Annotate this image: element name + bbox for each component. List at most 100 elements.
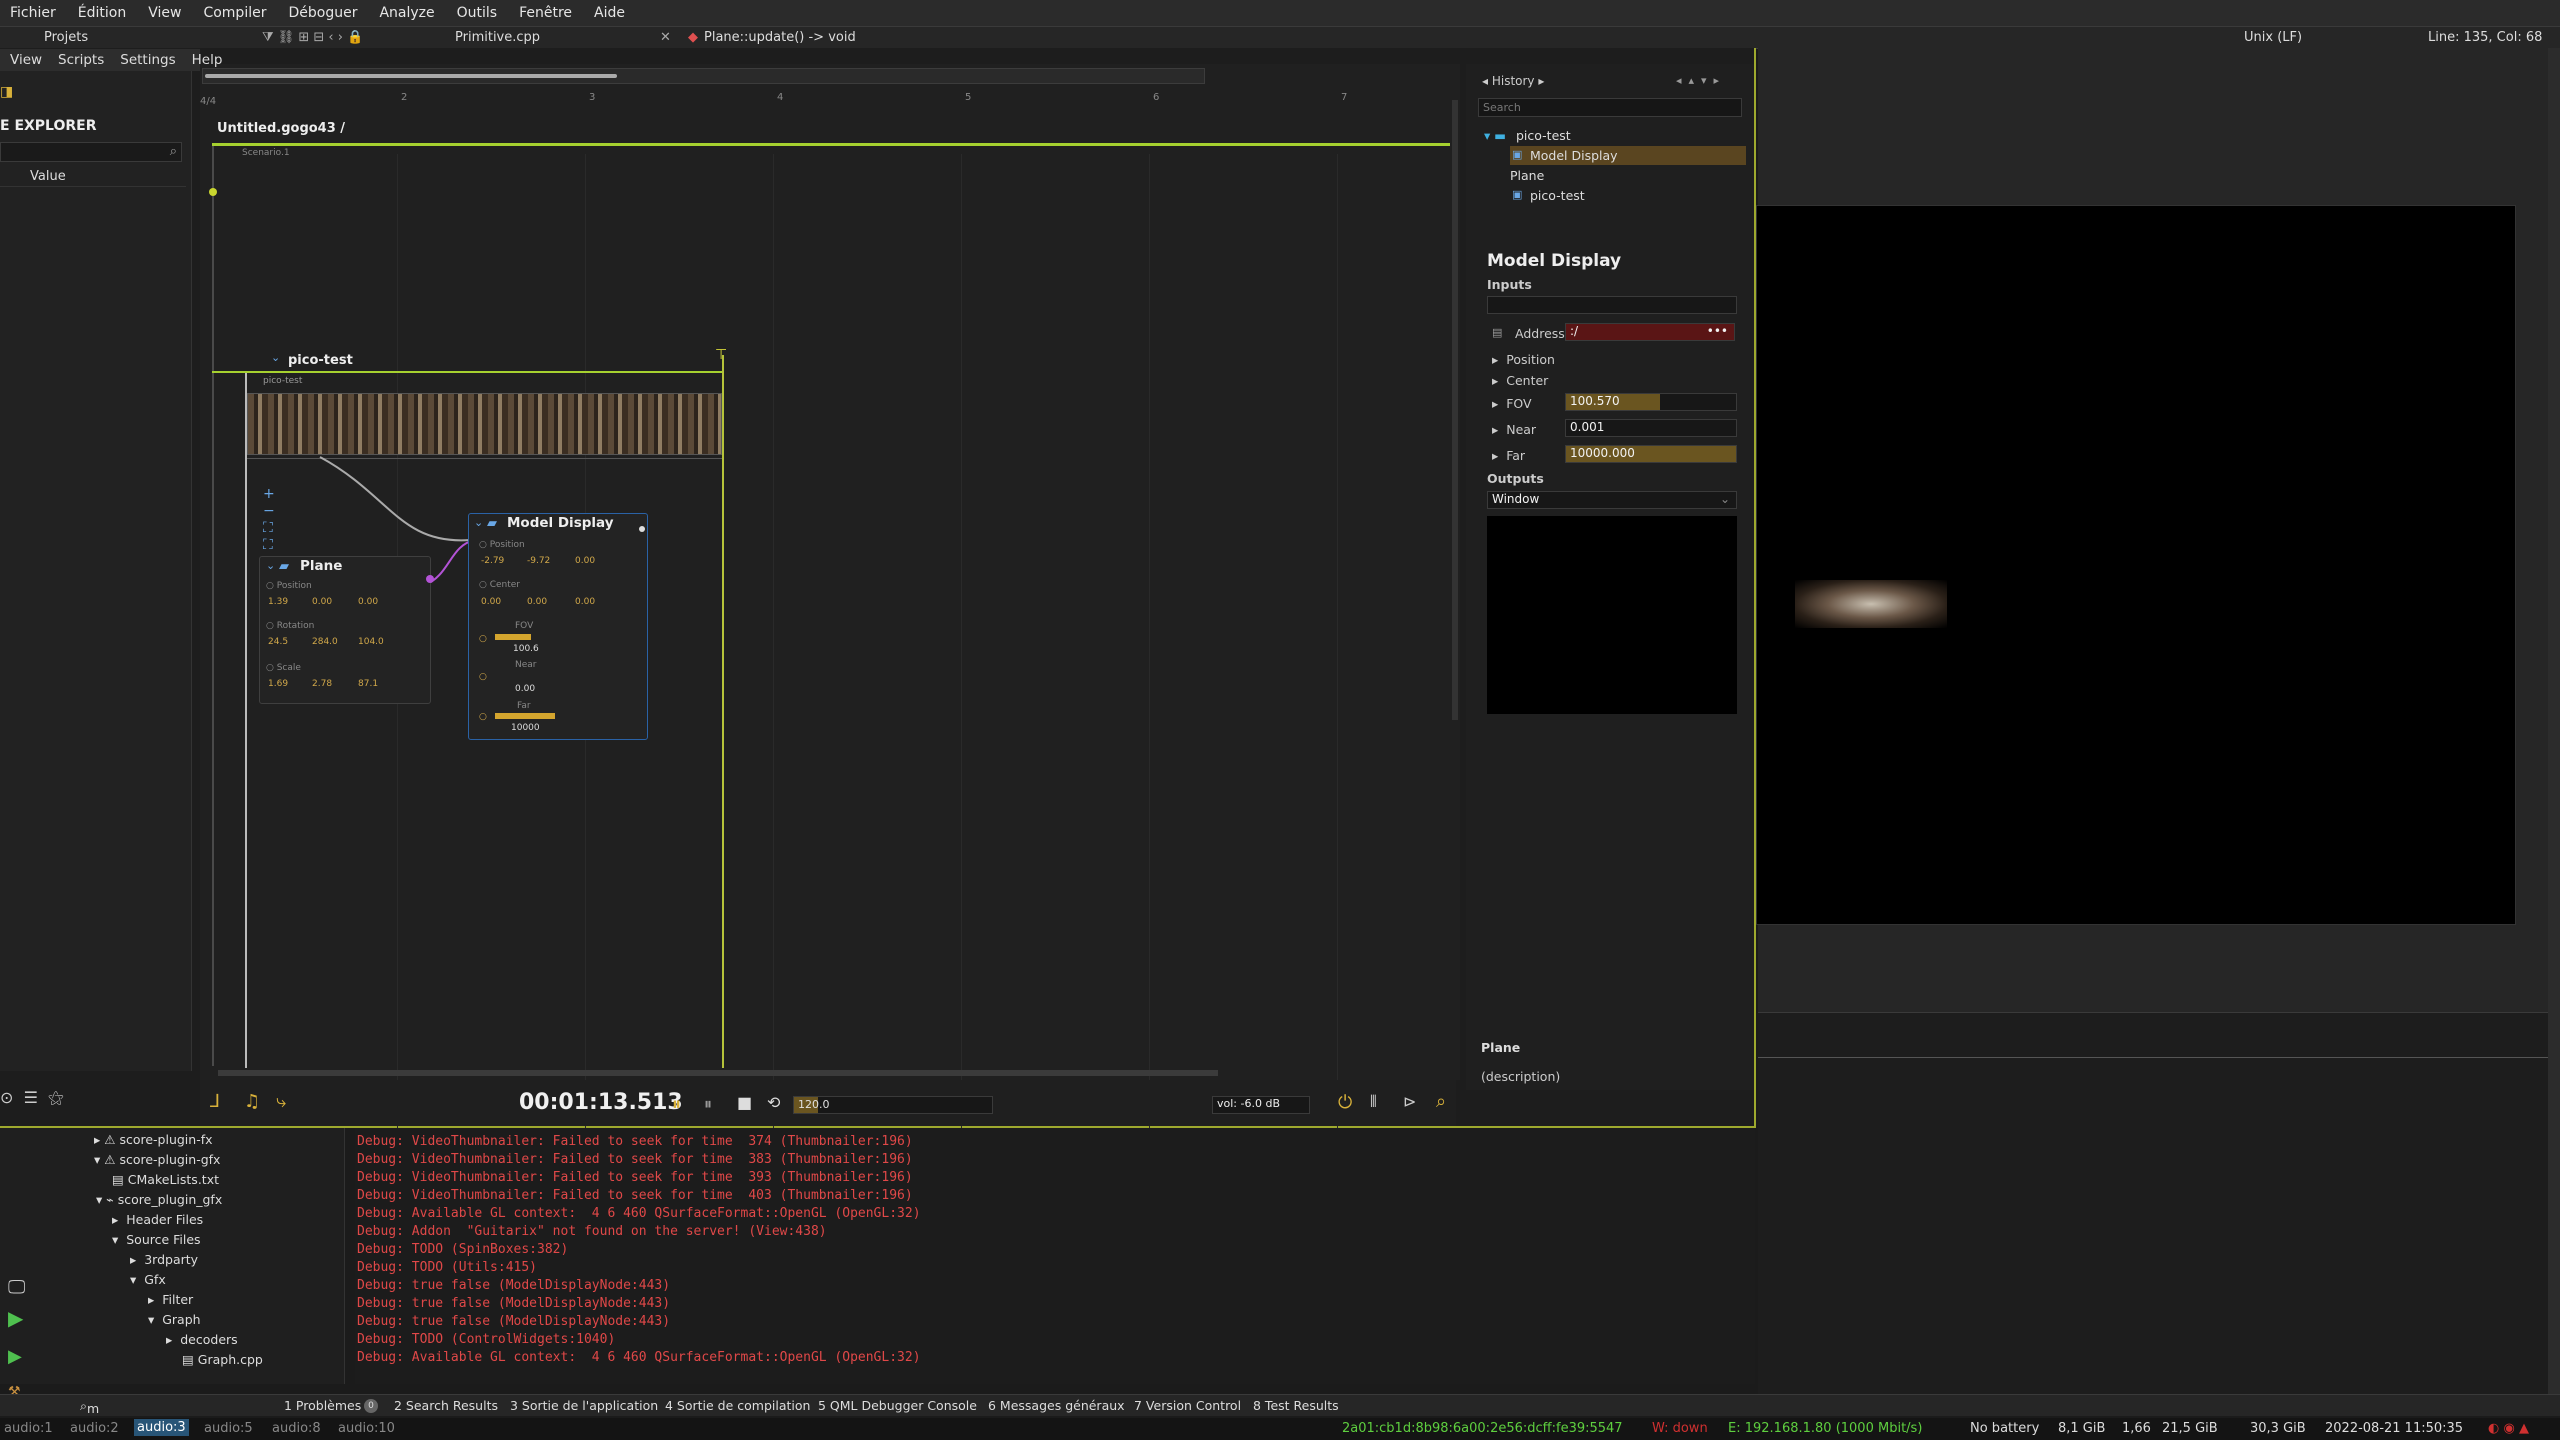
tree-graph[interactable]: ▾ Graph xyxy=(148,1312,201,1327)
render-window[interactable] xyxy=(1756,205,2516,925)
more-icon[interactable]: ••• xyxy=(1707,324,1728,338)
tree-decoders[interactable]: ▸ decoders xyxy=(166,1332,238,1347)
tree-item-plane[interactable]: Plane xyxy=(1510,168,1544,183)
center-y[interactable]: 0.00 xyxy=(527,597,547,607)
chevron-down-icon[interactable]: ⌄ xyxy=(474,516,483,529)
menu-view[interactable]: View xyxy=(148,5,181,21)
far-slider[interactable]: 10000.000 xyxy=(1565,445,1737,463)
score-menu-scripts[interactable]: Scripts xyxy=(58,52,104,68)
menu-fenetre[interactable]: Fenêtre xyxy=(519,5,572,21)
rotation-y[interactable]: 284.0 xyxy=(312,637,338,647)
tab-qml-debugger[interactable]: 5 QML Debugger Console xyxy=(818,1398,977,1413)
pause-icon[interactable]: ⏸ xyxy=(704,1094,712,1114)
workspace-3-active[interactable]: audio:3 xyxy=(134,1419,189,1436)
trigger-icon[interactable]: ⊤ xyxy=(715,347,727,363)
menu-deboguer[interactable]: Déboguer xyxy=(288,5,357,21)
tool-curve-icon[interactable]: ⤷ xyxy=(276,1091,286,1112)
plane-node[interactable]: ⌄ ▰ Plane ○ Position 1.39 0.00 0.00 ○ Ro… xyxy=(259,556,434,704)
stop-icon[interactable]: ■ xyxy=(737,1093,752,1112)
tab-test-results[interactable]: 8 Test Results xyxy=(1253,1398,1339,1413)
tab-application-output[interactable]: 3 Sortie de l'application xyxy=(510,1398,658,1413)
volume-slider[interactable]: vol: -6.0 dB xyxy=(1212,1096,1310,1114)
chevron-down-icon[interactable]: ▾ ▬ xyxy=(1484,128,1506,143)
debug-run-icon[interactable]: ▶ xyxy=(8,1346,22,1367)
center-z[interactable]: 0.00 xyxy=(575,597,595,607)
position-x[interactable]: 1.39 xyxy=(268,597,288,607)
center-x[interactable]: 0.00 xyxy=(481,597,501,607)
tray-icons[interactable]: ◐ ◉ ▲ xyxy=(2488,1421,2529,1436)
search-icon[interactable]: ⌕ xyxy=(1436,1091,1446,1112)
workspace-8[interactable]: audio:8 xyxy=(272,1421,321,1436)
menu-analyze[interactable]: Analyze xyxy=(379,5,434,21)
tree-item-pico-test-child[interactable]: pico-test xyxy=(1530,188,1585,203)
tab-search-results[interactable]: 2 Search Results xyxy=(394,1398,498,1413)
output-port[interactable] xyxy=(426,575,434,583)
function-selector[interactable]: Plane::update() -> void xyxy=(704,30,856,45)
locator-input[interactable]: ⌕ m load_geometr xyxy=(80,1398,173,1431)
score-menu-view[interactable]: View xyxy=(10,52,42,68)
position-y[interactable]: 0.00 xyxy=(312,597,332,607)
tree-header-files[interactable]: ▸ Header Files xyxy=(112,1212,203,1227)
menu-aide[interactable]: Aide xyxy=(594,5,625,21)
menu-compiler[interactable]: Compiler xyxy=(203,5,266,21)
address-input[interactable]: :/••• xyxy=(1565,323,1735,341)
fov-slider[interactable]: 100.570 xyxy=(1565,393,1737,411)
explorer-search-input[interactable]: ⌕ xyxy=(0,142,182,162)
model-display-node[interactable]: ⌄ ▰ Model Display ○ Position -2.79 -9.72… xyxy=(468,513,648,740)
position-z[interactable]: 0.00 xyxy=(575,556,595,566)
workspace-5[interactable]: audio:5 xyxy=(204,1421,253,1436)
sidebar-mode-icons[interactable]: 🖵 xyxy=(8,1268,25,1308)
menu-outils[interactable]: Outils xyxy=(457,5,497,21)
tree-score-plugin-gfx-lib[interactable]: ▾ ⌁ score_plugin_gfx xyxy=(96,1192,222,1207)
history-header[interactable]: ◂ History ▸ xyxy=(1482,74,1544,88)
power-icon[interactable]: ⏻ xyxy=(1338,1092,1352,1113)
tool-select-icon[interactable]: ⅃ xyxy=(210,1091,220,1112)
near-input[interactable]: 0.001 xyxy=(1565,419,1737,437)
history-nav-icons[interactable]: ◂ ▴ ▾ ▸ xyxy=(1676,74,1719,87)
tree-score-plugin-fx[interactable]: ▸ ⚠ score-plugin-fx xyxy=(94,1132,213,1147)
line-ending-selector[interactable]: Unix (LF) xyxy=(2244,30,2302,45)
explorer-tree[interactable] xyxy=(0,186,186,976)
start-state[interactable] xyxy=(209,188,217,196)
file-selector[interactable]: Primitive.cpp xyxy=(455,30,540,45)
scenario-interval[interactable] xyxy=(212,143,1450,146)
tree-source-files[interactable]: ▾ Source Files xyxy=(112,1232,201,1247)
pico-interval[interactable] xyxy=(212,371,724,373)
tree-cmakelists[interactable]: ▤ CMakeLists.txt xyxy=(112,1172,219,1187)
tree-score-plugin-gfx[interactable]: ▾ ⚠ score-plugin-gfx xyxy=(94,1152,220,1167)
play-pause-icon[interactable]: ⏸ xyxy=(672,1094,681,1115)
window-dropdown[interactable]: Window ⌄ xyxy=(1487,491,1737,509)
loop-icon[interactable]: ⟲ xyxy=(767,1093,780,1112)
tool-music-icon[interactable]: ♫ xyxy=(244,1091,260,1112)
score-menu-settings[interactable]: Settings xyxy=(120,52,175,68)
position-z[interactable]: 0.00 xyxy=(358,597,378,607)
tempo-slider[interactable]: 120.0 xyxy=(793,1096,993,1114)
timeline-vscrollbar[interactable] xyxy=(1452,100,1458,720)
output-port[interactable] xyxy=(639,526,645,532)
position-x[interactable]: -2.79 xyxy=(481,556,504,566)
center-port[interactable]: ○ Center xyxy=(479,580,520,590)
scale-z[interactable]: 87.1 xyxy=(358,679,378,689)
workspace-10[interactable]: audio:10 xyxy=(338,1421,395,1436)
position-row[interactable]: ▸ Position xyxy=(1492,352,1555,367)
position-port[interactable]: ○ Position xyxy=(266,581,312,591)
tree-filter[interactable]: ▸ Filter xyxy=(148,1292,193,1307)
left-toolbar-icons[interactable]: ⊙ ☰ ⚝ xyxy=(0,1088,64,1108)
workspace-1[interactable]: audio:1 xyxy=(4,1421,53,1436)
scale-x[interactable]: 1.69 xyxy=(268,679,288,689)
tree-graph-cpp[interactable]: ▤ Graph.cpp xyxy=(182,1352,263,1367)
tree-3rdparty[interactable]: ▸ 3rdparty xyxy=(130,1252,198,1267)
close-file-icon[interactable]: ✕ xyxy=(660,30,671,45)
right-scroll-strip[interactable] xyxy=(2548,48,2560,1408)
time-signature[interactable]: 4/4 xyxy=(200,96,216,107)
far-slider[interactable] xyxy=(495,713,555,719)
center-row[interactable]: ▸ Center xyxy=(1492,373,1548,388)
tab-compile-output[interactable]: 4 Sortie de compilation xyxy=(665,1398,810,1413)
position-port[interactable]: ○ Position xyxy=(479,540,525,550)
run-icon[interactable]: ▶ xyxy=(8,1306,23,1330)
projects-selector[interactable]: Projets xyxy=(44,30,88,45)
scale-y[interactable]: 2.78 xyxy=(312,679,332,689)
timeline-zoom-scrollbar[interactable] xyxy=(202,68,1205,84)
position-y[interactable]: -9.72 xyxy=(527,556,550,566)
chevron-down-icon[interactable]: ⌄ xyxy=(266,559,275,572)
